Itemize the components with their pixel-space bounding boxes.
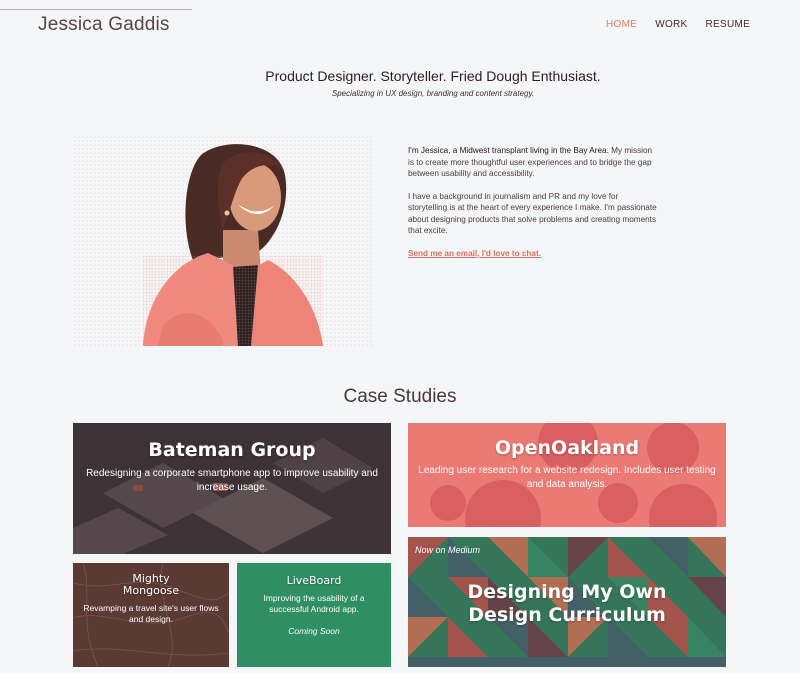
case-card-bateman[interactable]: Bateman Group Redesigning a corporate sm… [73,423,391,554]
header-accent-rule [0,9,192,10]
case-card-liveboard[interactable]: LiveBoard Improving the usability of a s… [237,563,391,667]
nav-resume[interactable]: RESUME [706,19,751,30]
hero-tagline: Product Designer. Storyteller. Fried Dou… [265,68,601,84]
case-studies-title: Case Studies [343,386,457,407]
hero-subtagline: Specializing in UX design, branding and … [331,89,535,98]
intro-paragraph-1: I'm Jessica, a Midwest transplant living… [408,145,658,180]
openoakland-desc: Leading user research for a website rede… [418,465,716,490]
main-nav: HOME WORK RESUME [606,19,768,30]
liveboard-title: LiveBoard [286,574,342,587]
medium-kicker: Now on Medium [415,545,481,555]
mighty-desc: Revamping a travel site's user flows and… [83,603,219,624]
liveboard-desc: Improving the usability of a successful … [263,593,365,614]
email-link[interactable]: Send me an email, I'd love to chat. [408,249,541,258]
case-card-mighty-mongoose[interactable]: Mighty Mongoose Revamping a travel site'… [73,563,229,667]
intro-paragraph-2: I have a background in journalism and PR… [408,191,657,236]
bateman-title: Bateman Group [148,439,316,461]
openoakland-title: OpenOakland [494,437,640,459]
bateman-desc: Redesigning a corporate smartphone app t… [86,468,378,493]
nav-work[interactable]: WORK [655,19,687,30]
intro-lead: I'm Jessica, a Midwest transplant living… [408,146,609,155]
site-name[interactable]: Jessica Gaddis [38,14,170,36]
liveboard-coming-soon: Coming Soon [288,626,340,636]
mighty-title: Mighty Mongoose [122,572,180,597]
medium-title: Designing My Own Design Curriculum [467,581,667,626]
nav-home[interactable]: HOME [606,19,637,30]
case-card-medium[interactable]: Now on Medium Designing My Own Design Cu… [408,537,726,667]
portrait-image [73,135,373,346]
case-card-openoakland[interactable]: OpenOakland Leading user research for a … [408,423,726,527]
intro-text: I'm Jessica, a Midwest transplant living… [408,145,658,259]
